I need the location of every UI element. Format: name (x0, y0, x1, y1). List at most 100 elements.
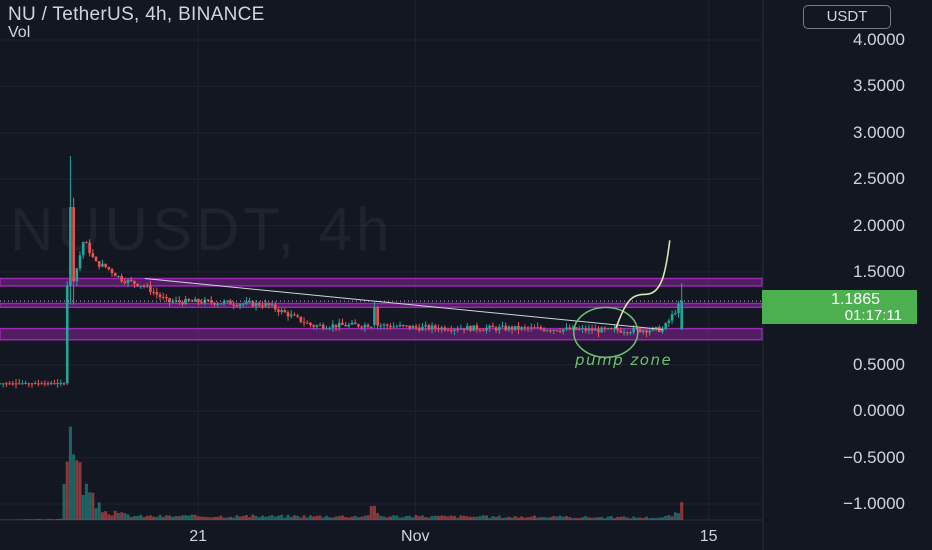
volume-bar (600, 516, 604, 520)
volume-bar (427, 517, 431, 520)
volume-bar (116, 513, 120, 520)
volume-bar (449, 515, 453, 520)
volume-bar (507, 516, 511, 520)
volume-bar (648, 518, 652, 520)
candle-body (549, 330, 552, 332)
volume-bar (584, 516, 588, 520)
candle-body (321, 324, 325, 329)
chart-title: NU / TetherUS, 4h, BINANCE (8, 4, 265, 25)
candle-body (360, 326, 363, 328)
candle-body (91, 253, 95, 257)
volume-bar (280, 514, 284, 520)
candle-body (254, 302, 258, 307)
candle-body (411, 326, 415, 329)
candle-body (606, 328, 610, 330)
candle-body (117, 275, 120, 277)
candle-body (222, 301, 226, 304)
volume-bar (664, 515, 668, 520)
volume-bar (244, 515, 248, 520)
volume-bar (161, 516, 165, 520)
volume-bar (481, 515, 485, 520)
candle-body (376, 307, 379, 326)
candle-body (155, 292, 159, 295)
volume-bar (411, 517, 415, 520)
volume-bar (206, 517, 210, 520)
candle-body (539, 327, 543, 329)
volume-bar (494, 516, 498, 520)
candle-body (62, 383, 66, 385)
candle-body (81, 242, 85, 256)
volume-bar (353, 516, 357, 520)
candle-body (49, 383, 53, 385)
volume-bar (510, 517, 514, 520)
volume-bar (174, 516, 178, 520)
volume-bar (667, 515, 671, 520)
volume-bar (561, 516, 565, 520)
candle-body (142, 285, 146, 287)
candle-body (414, 326, 418, 328)
quote-currency-button[interactable]: USDT (803, 5, 891, 29)
volume-bar (504, 517, 508, 520)
candle-body (408, 325, 411, 329)
volume-bar (104, 511, 108, 520)
candle-body (373, 307, 376, 325)
candle-body (325, 328, 328, 330)
volume-bar (177, 516, 181, 520)
candle-body (277, 309, 280, 313)
volume-bar (72, 454, 76, 520)
volume-bar (644, 516, 648, 520)
volume-bar (308, 515, 312, 520)
volume-bar (238, 516, 242, 520)
candle-body (648, 330, 651, 333)
volume-bar (350, 516, 354, 520)
candle-body (616, 328, 619, 331)
candle-body (21, 383, 24, 385)
time-tick-label: 21 (189, 528, 208, 545)
volume-bar (347, 517, 351, 520)
volume-bar (171, 516, 175, 520)
candle-body (53, 383, 56, 385)
volume-bar (452, 516, 456, 520)
volume-bar (513, 516, 517, 520)
candle-body (584, 328, 587, 331)
price-tick-label: 3.5000 (853, 76, 905, 96)
candle-body (347, 324, 351, 327)
candle-body (101, 263, 104, 267)
candle-body (424, 325, 427, 327)
volume-bar (577, 517, 581, 520)
volume-bar (148, 515, 152, 520)
candle-body (299, 316, 303, 322)
candle-body (453, 329, 456, 331)
candle-body (440, 327, 443, 330)
volume-bar (382, 516, 386, 520)
candle-body (369, 326, 373, 328)
volume-bar (62, 484, 66, 520)
candle-body (497, 326, 501, 331)
candle-body (309, 322, 312, 326)
volume-bar (228, 516, 232, 520)
candle-body (472, 325, 475, 331)
volume-bar (196, 516, 200, 520)
volume-bar (398, 517, 402, 520)
volume-bar (209, 517, 213, 520)
volume-bar (107, 514, 111, 520)
volume-bar (392, 515, 396, 520)
volume-bar (606, 516, 610, 520)
candle-body (501, 325, 504, 327)
volume-bar (292, 515, 296, 520)
candle-body (667, 320, 671, 324)
candle-body (302, 321, 306, 323)
candle-body (446, 330, 450, 332)
volume-bar (401, 517, 405, 520)
candle-body (395, 326, 399, 328)
candle-body (478, 329, 482, 331)
candle-body (507, 326, 511, 331)
price-tick-label: 2.5000 (853, 169, 905, 189)
candle-body (379, 325, 383, 327)
candle-body (206, 299, 210, 301)
candle-body (561, 329, 565, 332)
volume-bar (273, 516, 277, 520)
volume-bar (587, 517, 591, 520)
candle-body (145, 285, 149, 287)
volume-bar (590, 517, 594, 520)
